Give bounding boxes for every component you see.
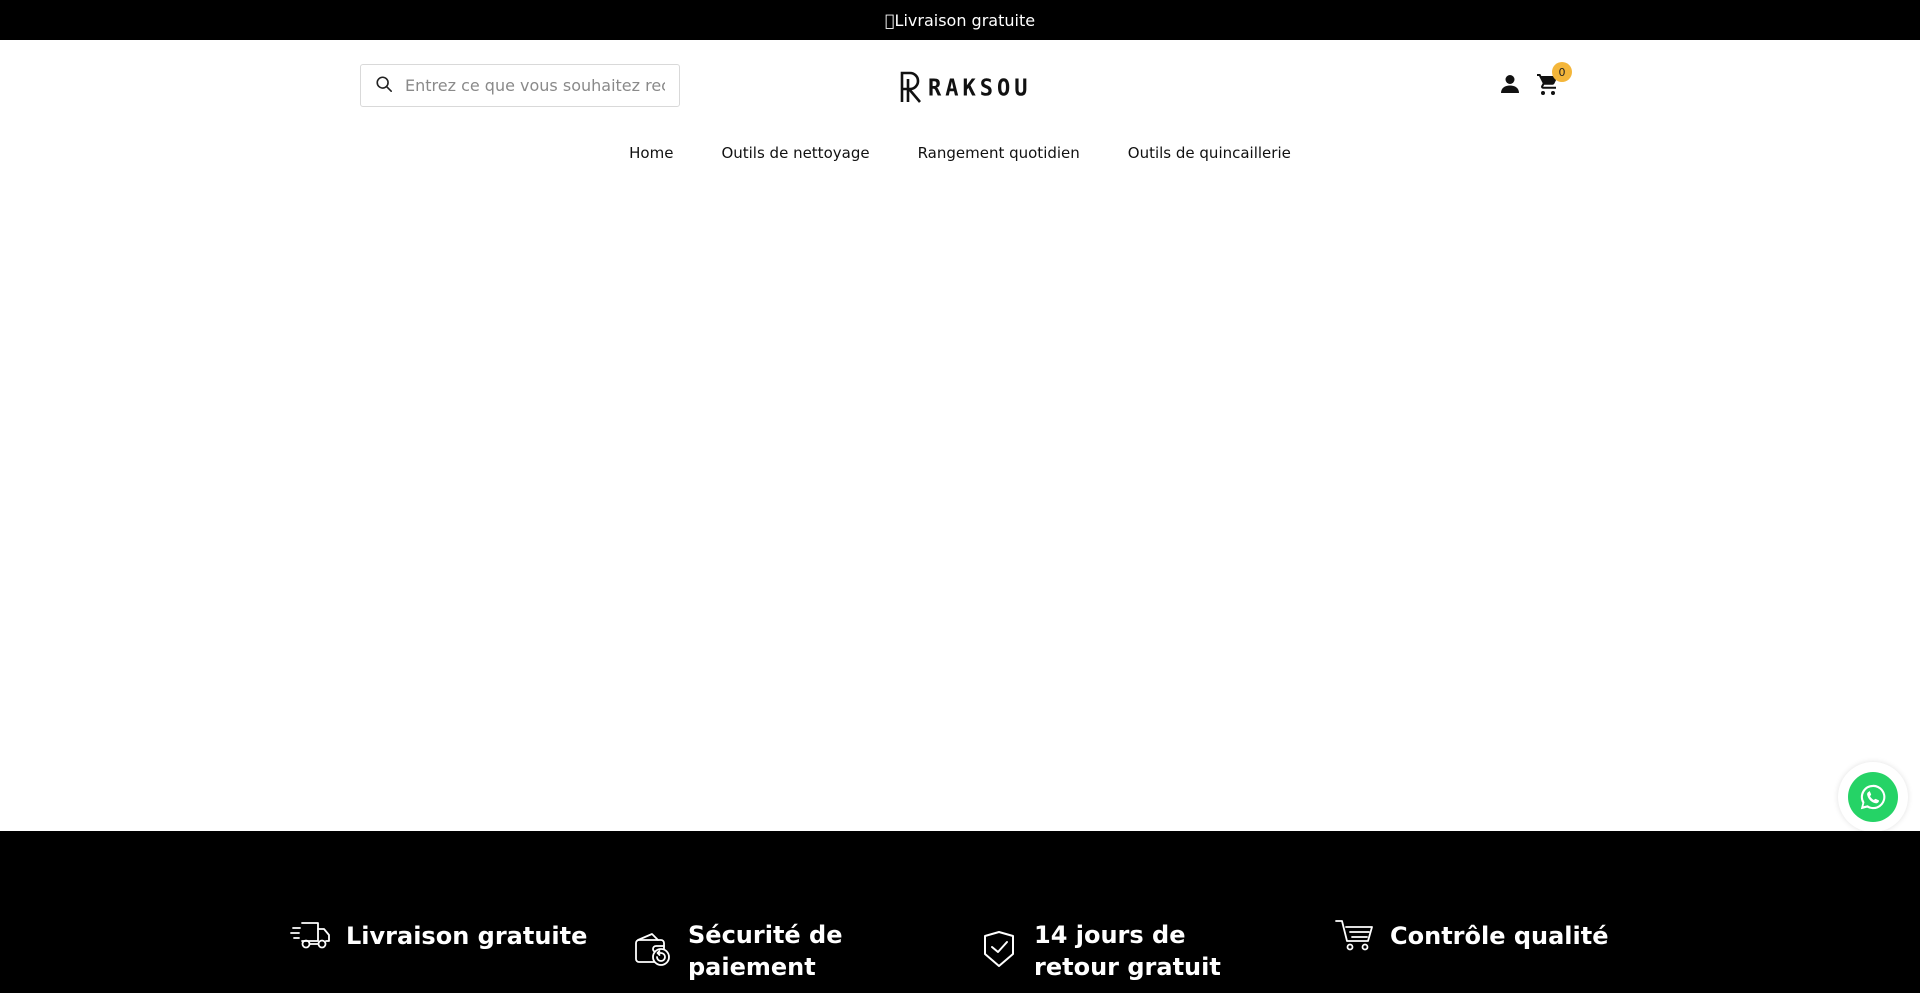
feature-payment-security: Sécurité de paiement [632,919,858,983]
payment-return-icon [632,928,674,974]
feature-free-returns: 14 jours de retour gratuit [978,919,1274,983]
logo-wordmark: RAKSOU [928,74,1032,102]
cart-button[interactable]: 0 [1536,62,1572,100]
nav-item-hardware-tools[interactable]: Outils de quincaillerie [1128,144,1291,174]
footer-features: Livraison gratuite Sécurité de paiement … [0,831,1920,993]
feature-label: Contrôle qualité [1390,922,1609,950]
raksou-logo-icon [898,69,924,107]
site-header: RAKSOU 0 Home Outils de nettoyage Rangem… [0,40,1920,170]
shield-check-icon [978,928,1020,974]
announcement-bar:  Livraison gratuite [0,0,1920,40]
nav-item-home[interactable]: Home [629,144,673,174]
account-icon[interactable] [1498,72,1522,96]
cart-count-badge: 0 [1552,62,1572,82]
site-logo[interactable]: RAKSOU [898,70,1031,106]
shopping-cart-icon [1334,913,1376,959]
search-box[interactable] [360,64,680,107]
search-icon [375,75,393,97]
feature-label: Livraison gratuite [346,922,588,950]
feature-label: Sécurité de paiement [688,921,843,981]
search-input[interactable] [405,76,665,95]
announcement-text:  Livraison gratuite [884,10,1036,30]
delivery-truck-icon [290,913,332,959]
main-nav: Home Outils de nettoyage Rangement quoti… [0,144,1920,174]
whatsapp-button[interactable] [1838,762,1908,832]
whatsapp-icon [1848,772,1898,822]
cart-icon [1536,74,1560,100]
feature-label: 14 jours de retour gratuit [1034,921,1221,981]
feature-free-delivery: Livraison gratuite [290,913,587,959]
nav-item-daily-storage[interactable]: Rangement quotidien [918,144,1080,174]
nav-item-cleaning-tools[interactable]: Outils de nettoyage [721,144,869,174]
feature-quality-control: Contrôle qualité [1334,913,1609,959]
